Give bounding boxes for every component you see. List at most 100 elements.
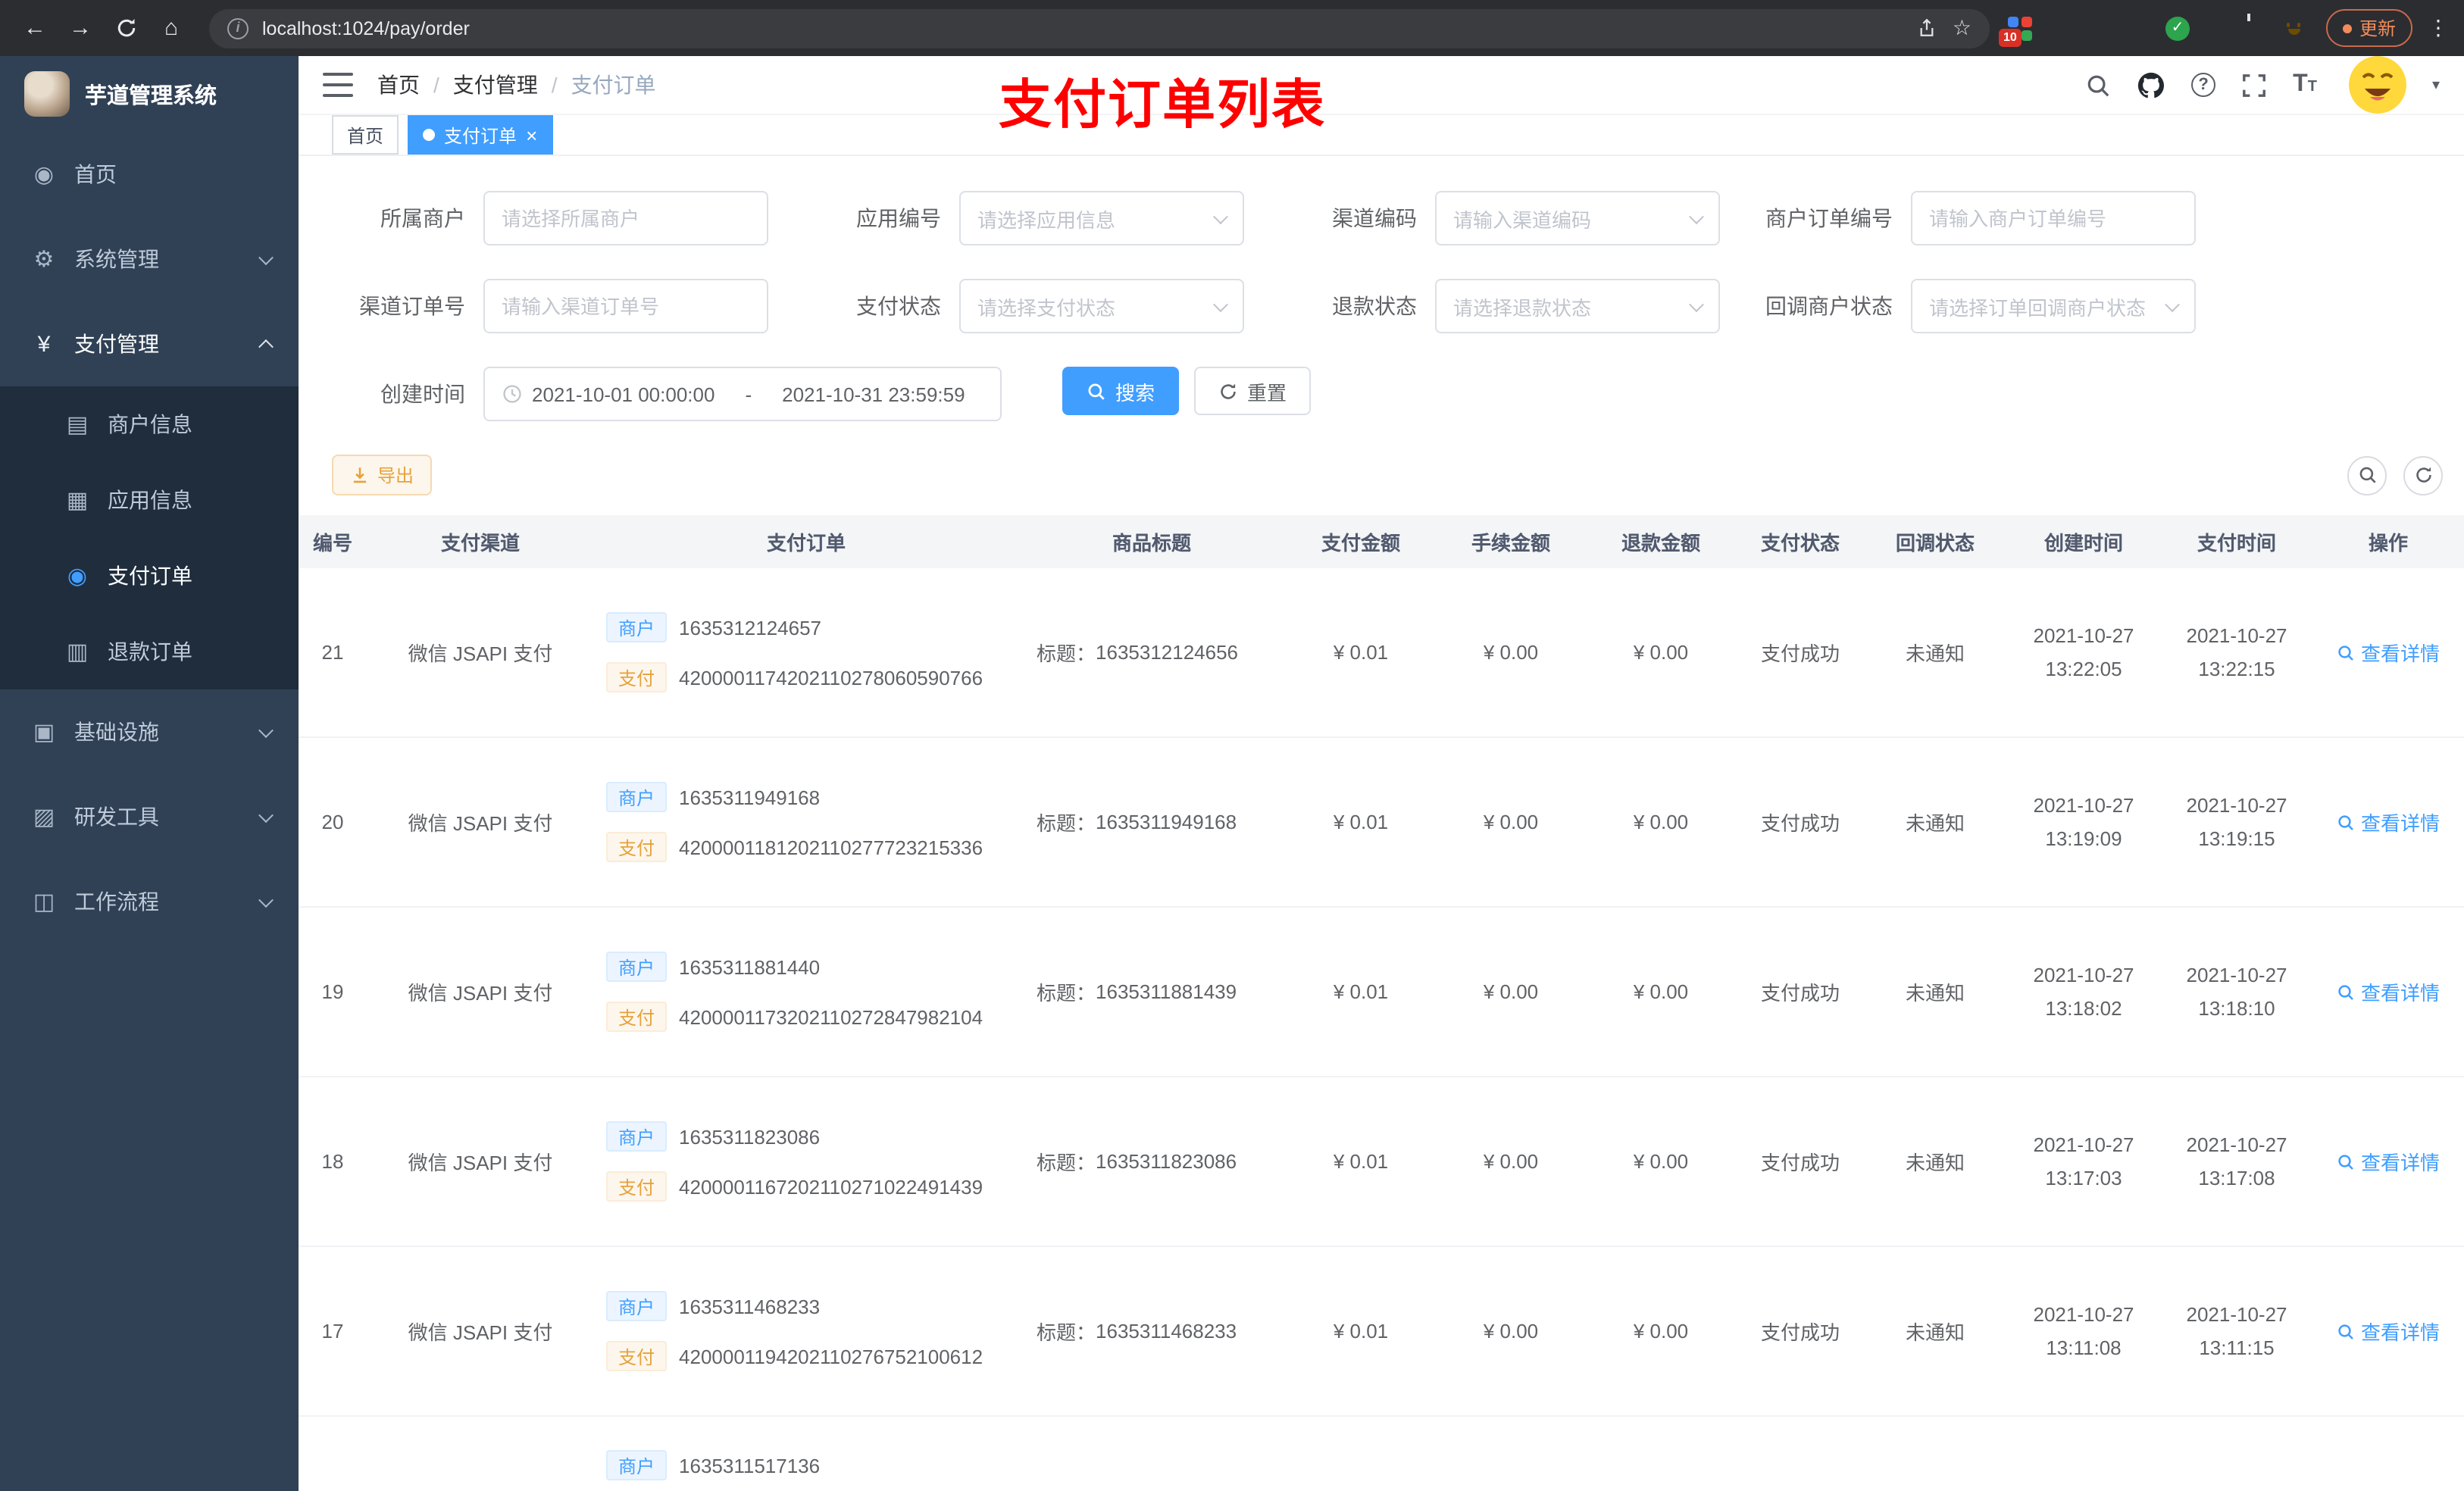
cell-title: 标题： 1635311881439 xyxy=(1037,980,1237,1005)
github-icon[interactable] xyxy=(2137,70,2165,99)
breadcrumb-section[interactable]: 支付管理 xyxy=(453,70,538,100)
merchant-input[interactable] xyxy=(483,191,768,245)
view-detail-link[interactable]: 查看详情 xyxy=(2337,1317,2440,1346)
sidebar-item-app-info[interactable]: ▦ 应用信息 xyxy=(0,462,299,538)
extension-circle-icon[interactable] xyxy=(2087,15,2112,41)
sidebar-item-payment[interactable]: ¥ 支付管理 xyxy=(0,302,299,386)
pay-tag: 支付 xyxy=(606,662,668,692)
merchant-input-field[interactable] xyxy=(502,207,750,230)
browser-menu-icon[interactable]: ⋮ xyxy=(2428,15,2449,41)
cell-refund: ¥ 0.00 xyxy=(1633,1150,1689,1173)
bookmark-star-icon[interactable]: ☆ xyxy=(1953,15,1972,41)
magnifier-icon xyxy=(2338,1154,2353,1169)
cell-create-time: 2021-10-27 13:11:08 xyxy=(2033,1303,2134,1358)
refresh-icon xyxy=(2416,467,2431,483)
view-detail-link[interactable]: 查看详情 xyxy=(2337,977,2440,1006)
font-size-icon[interactable]: TT xyxy=(2293,71,2317,98)
briefcase-icon: ◫ xyxy=(33,889,55,915)
hamburger-icon[interactable] xyxy=(323,73,353,97)
pay-status-select[interactable]: 请选择支付状态 xyxy=(959,279,1244,333)
extension-green-icon[interactable] xyxy=(2203,15,2229,41)
sidebar-item-infrastructure[interactable]: ▣ 基础设施 xyxy=(0,689,299,774)
sidebar-item-workflow[interactable]: ◫ 工作流程 xyxy=(0,859,299,944)
channel-code-select[interactable]: 请输入渠道编码 xyxy=(1435,191,1720,245)
reset-button[interactable]: 重置 xyxy=(1194,367,1312,415)
avatar[interactable] xyxy=(2348,56,2406,114)
address-bar[interactable]: i localhost:1024/pay/order ☆ xyxy=(209,8,1990,48)
dashboard-icon: ◉ xyxy=(33,162,55,188)
tools-icon: ▨ xyxy=(33,805,55,830)
browser-update-button[interactable]: 更新 xyxy=(2325,9,2412,47)
browser-forward-icon[interactable]: → xyxy=(61,8,100,48)
cell-amount: ¥ 0.01 xyxy=(1333,1320,1389,1343)
cell-refund: ¥ 0.00 xyxy=(1633,641,1689,664)
browser-reload-icon[interactable] xyxy=(106,8,145,48)
search-button[interactable]: 搜索 xyxy=(1062,367,1180,415)
emoji-extension-icon[interactable] xyxy=(2282,15,2308,41)
magnifier-icon xyxy=(2338,814,2353,830)
filter-notify-status: 回调商户状态 请选择订单回调商户状态 xyxy=(1744,279,2196,333)
view-detail-link[interactable]: 查看详情 xyxy=(2337,1147,2440,1176)
date-start[interactable]: 2021-10-01 00:00:00 xyxy=(532,383,714,405)
url-text[interactable]: localhost:1024/pay/order xyxy=(262,17,1904,39)
cell-title: 标题： 1635311949168 xyxy=(1037,811,1237,835)
cell-id: 19 xyxy=(321,980,344,1003)
cell-title: 标题： 1635312124656 xyxy=(1037,641,1239,665)
extension-check-icon[interactable]: ✓ xyxy=(2165,16,2190,40)
channel-order-no-input[interactable] xyxy=(483,279,768,333)
channel-order-no-field[interactable] xyxy=(502,295,750,317)
sidebar-item-merchant-info[interactable]: ▤ 商户信息 xyxy=(0,386,299,462)
sidebar-item-refund-order[interactable]: ▥ 退款订单 xyxy=(0,614,299,689)
refund-status-select[interactable]: 请选择退款状态 xyxy=(1435,279,1720,333)
app-no-select[interactable]: 请选择应用信息 xyxy=(959,191,1244,245)
search-toggle-button[interactable] xyxy=(2347,455,2387,495)
search-icon xyxy=(2359,467,2375,483)
search-icon[interactable] xyxy=(2085,72,2111,98)
sidebar-item-pay-order[interactable]: ◉ 支付订单 xyxy=(0,538,299,614)
share-icon[interactable] xyxy=(1918,18,1937,38)
cell-pay-time: 2021-10-27 13:19:15 xyxy=(2186,794,2287,849)
extension-drop-icon[interactable] xyxy=(2047,15,2073,41)
sidebar-item-label: 退款订单 xyxy=(108,639,192,664)
sidebar-item-home[interactable]: ◉ 首页 xyxy=(0,132,299,217)
browser-back-icon[interactable]: ← xyxy=(15,8,55,48)
view-detail-link[interactable]: 查看详情 xyxy=(2337,808,2440,836)
browser-home-icon[interactable]: ⌂ xyxy=(152,8,191,48)
logo[interactable]: 芋道管理系统 xyxy=(0,56,299,132)
date-end[interactable]: 2021-10-31 23:59:59 xyxy=(782,383,965,405)
pay-tag: 支付 xyxy=(606,832,668,862)
extension-grid-icon[interactable]: 10 xyxy=(1998,15,2034,47)
caret-down-icon[interactable]: ▾ xyxy=(2432,77,2440,93)
tab-pay-order[interactable]: 支付订单 × xyxy=(408,115,553,155)
yen-icon: ¥ xyxy=(37,331,51,357)
pay-tag: 支付 xyxy=(606,1171,668,1202)
cell-pay-order: 商户 1635311468233 支付 4200001194202110276752… xyxy=(594,1247,1018,1415)
merchant-order-no-field[interactable] xyxy=(1929,207,2178,230)
cell-create-time: 2021-10-27 13:19:09 xyxy=(2033,794,2134,849)
close-icon[interactable]: × xyxy=(526,125,537,145)
filter-create-time: 创建时间 2021-10-01 00:00:00 - 2021-10-31 23… xyxy=(317,367,1002,421)
view-detail-link[interactable]: 查看详情 xyxy=(2337,638,2440,667)
screen: ← → ⌂ i localhost:1024/pay/order ☆ 10 ✓ xyxy=(0,0,2464,1491)
cell-channel: 微信 JSAPI 支付 xyxy=(408,1321,553,1344)
cell-pay-status: 支付成功 xyxy=(1760,982,1840,1005)
fullscreen-icon[interactable] xyxy=(2241,72,2267,98)
pin-icon[interactable] xyxy=(2243,15,2269,41)
search-icon xyxy=(1088,383,1105,399)
breadcrumb-home[interactable]: 首页 xyxy=(377,70,420,100)
refresh-icon xyxy=(1221,383,1236,399)
help-icon[interactable]: ? xyxy=(2191,73,2216,97)
notify-status-select[interactable]: 请选择订单回调商户状态 xyxy=(1911,279,2196,333)
cell-pay-time: 2021-10-27 13:17:08 xyxy=(2186,1133,2287,1189)
sidebar-item-dev-tools[interactable]: ▨ 研发工具 xyxy=(0,774,299,859)
extension-olive-icon[interactable] xyxy=(2126,15,2152,41)
sidebar-item-system[interactable]: ⚙ 系统管理 xyxy=(0,217,299,302)
tab-home[interactable]: 首页 xyxy=(332,115,399,155)
export-button[interactable]: 导出 xyxy=(332,455,433,495)
filter-refund-status: 退款状态 请选择退款状态 xyxy=(1268,279,1720,333)
refresh-button[interactable] xyxy=(2403,455,2443,495)
date-range-input[interactable]: 2021-10-01 00:00:00 - 2021-10-31 23:59:5… xyxy=(483,367,1002,421)
site-info-icon[interactable]: i xyxy=(227,17,249,39)
merchant-order-no-input[interactable] xyxy=(1911,191,2196,245)
cell-pay-status: 支付成功 xyxy=(1760,1152,1840,1174)
